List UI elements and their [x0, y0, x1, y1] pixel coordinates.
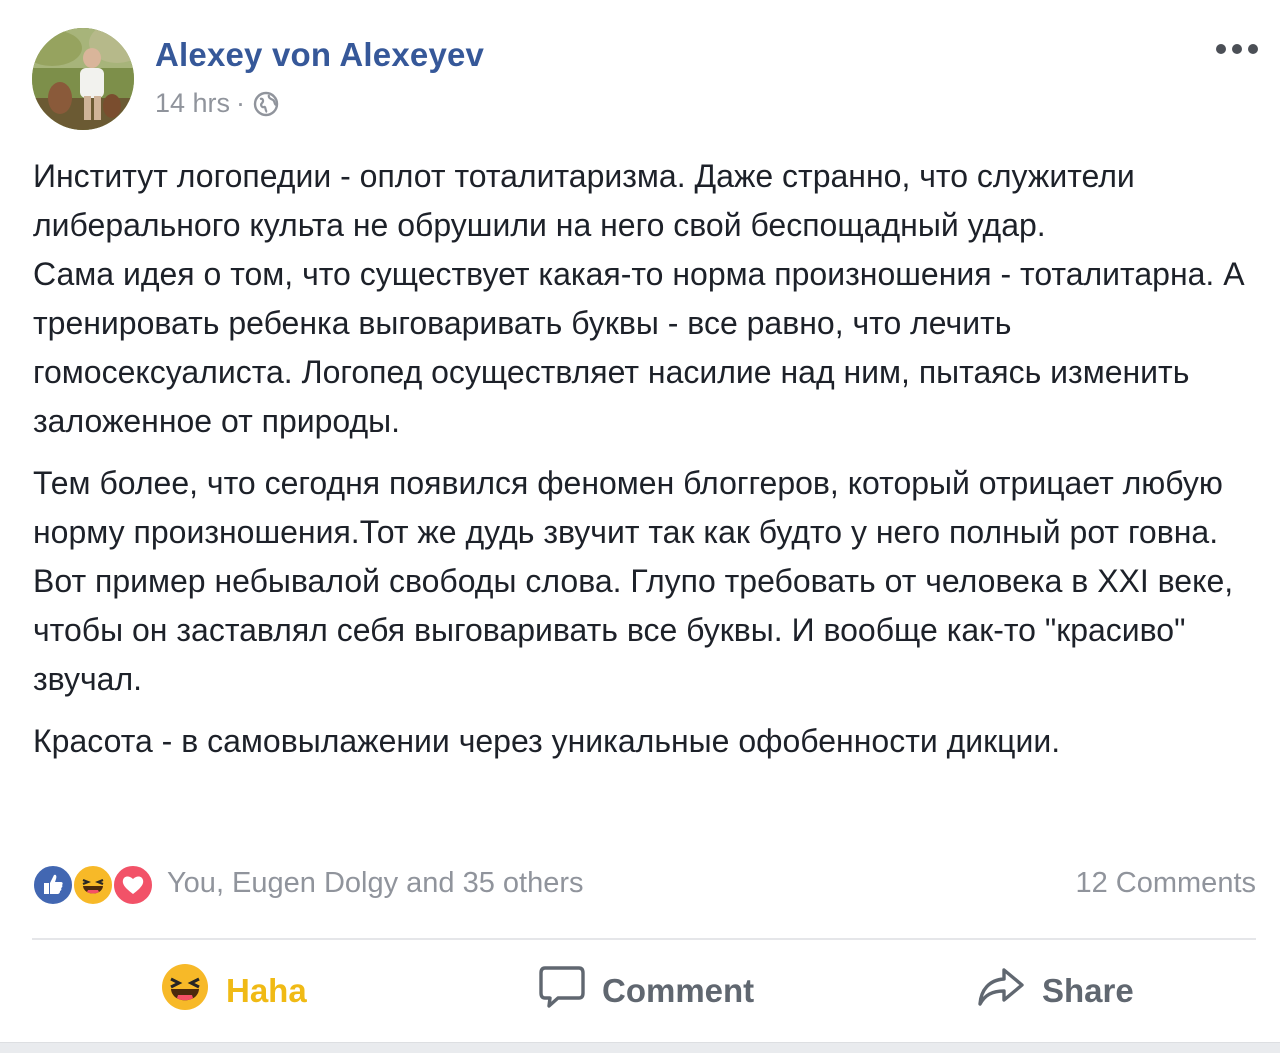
- love-icon: [112, 864, 154, 906]
- comment-icon: [538, 964, 586, 1018]
- more-options-icon[interactable]: [1212, 34, 1262, 64]
- like-icon: [32, 864, 74, 906]
- meta-separator: ·: [236, 88, 246, 118]
- avatar-photo: [32, 28, 134, 130]
- card-bottom-edge: [0, 1042, 1280, 1053]
- post-paragraph: Тем более, что сегодня появился феномен …: [33, 465, 1234, 697]
- author-name-link[interactable]: Alexey von Alexeyev: [155, 36, 484, 74]
- haha-icon: [72, 864, 114, 906]
- share-button-label: Share: [1042, 972, 1134, 1009]
- reactors-text[interactable]: You, Eugen Dolgy and 35 others: [167, 867, 584, 900]
- actions-divider: [32, 938, 1256, 940]
- haha-icon: [160, 962, 210, 1020]
- share-button[interactable]: Share: [976, 958, 1134, 1024]
- reactions-summary: You, Eugen Dolgy and 35 others 12 Commen…: [32, 860, 1256, 910]
- reaction-icons[interactable]: [32, 864, 158, 908]
- share-arrow-icon: [976, 965, 1026, 1017]
- post-timestamp[interactable]: 14 hrs: [155, 88, 230, 119]
- post-paragraph: Красота - в самовылажении через уникальн…: [33, 723, 1061, 759]
- globe-icon[interactable]: [251, 89, 281, 119]
- comment-button-label: Comment: [602, 972, 755, 1009]
- haha-button-label: Haha: [226, 972, 307, 1009]
- author-avatar[interactable]: [32, 28, 134, 130]
- haha-reaction-button[interactable]: Haha: [160, 958, 307, 1024]
- comment-button[interactable]: Comment: [538, 958, 754, 1024]
- comment-count-link[interactable]: 12 Comments: [1075, 867, 1256, 900]
- post-card: Alexey von Alexeyev 14 hrs · Институт ло…: [0, 0, 1280, 1053]
- post-meta: 14 hrs ·: [155, 88, 281, 119]
- post-body: Институт логопедии - оплот тоталитаризма…: [33, 152, 1258, 779]
- post-paragraph: Институт логопедии - оплот тоталитаризма…: [33, 158, 1245, 439]
